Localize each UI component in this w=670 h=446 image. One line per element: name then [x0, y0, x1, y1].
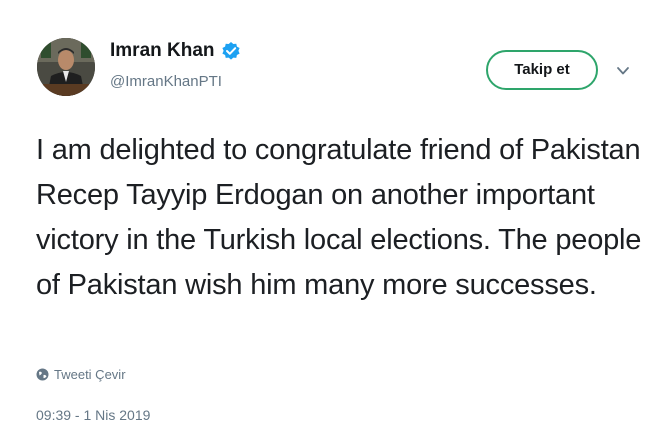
tweet-text: I am delighted to congratulate friend of… [36, 134, 642, 301]
chevron-down-icon[interactable] [616, 64, 630, 76]
tweet-card: Imran Khan @ImranKhanPTI Takip et I am d… [0, 0, 670, 446]
avatar[interactable] [37, 38, 95, 96]
follow-button[interactable]: Takip et [486, 50, 598, 90]
avatar-image [37, 38, 95, 96]
tweet-timestamp[interactable]: 09:39 - 1 Nis 2019 [36, 407, 150, 423]
verified-badge-icon [221, 41, 241, 61]
globe-icon [36, 368, 49, 381]
translate-tweet-link[interactable]: Tweeti Çevir [36, 367, 126, 382]
name-row: Imran Khan [110, 40, 241, 62]
translate-label: Tweeti Çevir [54, 367, 126, 382]
display-name[interactable]: Imran Khan [110, 40, 215, 62]
user-handle[interactable]: @ImranKhanPTI [110, 73, 222, 90]
